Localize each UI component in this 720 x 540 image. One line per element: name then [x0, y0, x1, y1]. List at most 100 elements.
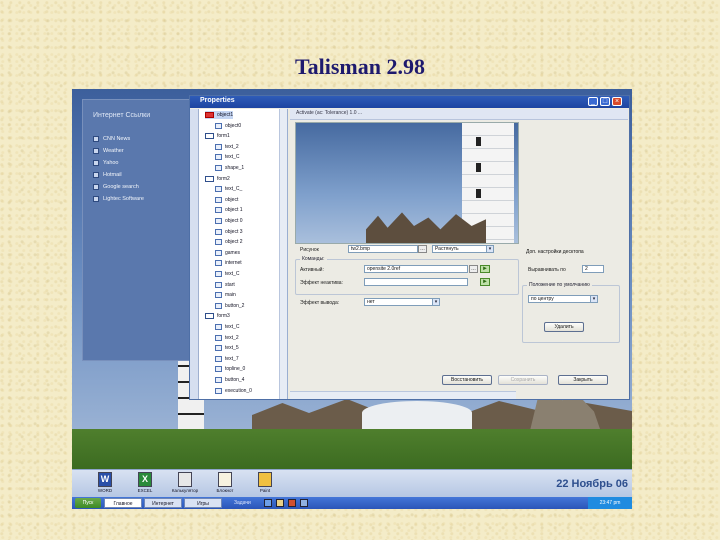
quicklaunch-icon[interactable]: [288, 499, 296, 507]
internet-links-title: Интернет Ссылки: [93, 112, 151, 119]
taskbar: Пуск Главное Интернет Игры Задачи 23:47 pm: [72, 497, 632, 509]
link-item[interactable]: Google search: [93, 184, 139, 190]
dock-item-label: Paint: [259, 488, 271, 493]
tree-node[interactable]: object 2: [215, 238, 243, 246]
tree-node[interactable]: object: [215, 196, 238, 204]
delete-button[interactable]: Удалить: [544, 322, 584, 332]
desktop-settings-title: Доп. настройки десктопа: [526, 249, 584, 255]
object-icon: [215, 143, 222, 150]
maximize-button[interactable]: □: [600, 97, 610, 106]
taskbar-tab[interactable]: Главное: [104, 498, 142, 508]
go-icon[interactable]: ►: [480, 278, 490, 286]
link-label: Hotmail: [103, 172, 122, 178]
tree-node[interactable]: text_5: [215, 344, 239, 352]
tree-node[interactable]: internet: [215, 259, 242, 267]
tree-node[interactable]: object 3: [215, 228, 243, 236]
commands-label: Команды:: [300, 256, 327, 262]
picture-mode-select[interactable]: Растянуть: [432, 245, 490, 253]
link-item[interactable]: Yahoo: [93, 160, 119, 166]
tree-node[interactable]: text_C: [215, 270, 239, 278]
tree-node[interactable]: execution_0: [215, 387, 252, 395]
active-field[interactable]: opensite 2.0ref: [364, 265, 468, 273]
restore-button[interactable]: Восстановить: [442, 375, 492, 385]
pane-scrollbar[interactable]: [290, 391, 516, 399]
tree-node-label: text_5: [225, 345, 239, 352]
tree-node[interactable]: object 1: [215, 206, 243, 214]
link-item[interactable]: Lightec Software: [93, 196, 144, 202]
taskbar-tab[interactable]: Игры: [184, 498, 222, 508]
link-item[interactable]: CNN News: [93, 136, 130, 142]
link-item[interactable]: Weather: [93, 148, 124, 154]
tree-node[interactable]: games: [215, 249, 240, 257]
object-icon: [215, 355, 222, 362]
link-label: Weather: [103, 148, 124, 154]
picture-field[interactable]: tw2.bmp: [348, 245, 418, 253]
tree-node[interactable]: start: [215, 281, 235, 289]
quicklaunch-icon[interactable]: [264, 499, 272, 507]
tree-node-label: object: [225, 196, 239, 203]
tree-scrollbar[interactable]: [279, 109, 287, 399]
quicklaunch-icon[interactable]: [300, 499, 308, 507]
tree-node[interactable]: object0: [215, 122, 241, 130]
object-icon: [215, 207, 222, 214]
tree-node[interactable]: text_C: [215, 323, 239, 331]
tree-node[interactable]: form1: [205, 132, 230, 140]
window-titlebar[interactable]: Properties _ □ ×: [190, 96, 629, 108]
tree-node-label: text_7: [225, 355, 239, 362]
chevron-down-icon[interactable]: ▾: [486, 245, 494, 253]
excel-icon: X: [138, 472, 152, 487]
tree-node[interactable]: text_C: [215, 153, 239, 161]
tree-node[interactable]: text_2: [215, 334, 239, 342]
link-icon: [93, 184, 99, 190]
tree-node[interactable]: form3: [205, 312, 230, 320]
form-icon: [205, 112, 214, 118]
position-select[interactable]: по центру: [528, 295, 592, 303]
browse-active-button[interactable]: …: [469, 265, 478, 273]
form-icon: [205, 175, 214, 182]
quicklaunch-icon[interactable]: [276, 499, 284, 507]
inactive-field[interactable]: [364, 278, 468, 286]
chevron-down-icon[interactable]: ▾: [590, 295, 598, 303]
tree-node[interactable]: form2: [205, 175, 230, 183]
chevron-down-icon[interactable]: ▾: [432, 298, 440, 306]
tree-node[interactable]: text_C_: [215, 185, 242, 193]
link-icon: [93, 196, 99, 202]
object-icon: [215, 387, 222, 394]
snap-field[interactable]: 2: [582, 265, 604, 273]
object-icon: [215, 334, 222, 341]
object-icon: [215, 271, 222, 277]
side-tabs[interactable]: [190, 109, 199, 399]
dock-item[interactable]: W WORD: [90, 472, 120, 493]
effect-select[interactable]: нет: [364, 298, 436, 306]
go-icon[interactable]: ►: [480, 265, 490, 273]
tree-node-label: button_4: [225, 377, 245, 383]
default-position-label: Положение по умолчанию: [527, 282, 592, 288]
object-icon: [215, 122, 222, 129]
tree-node[interactable]: shape_1: [215, 164, 244, 172]
browse-picture-button[interactable]: …: [418, 245, 427, 253]
tree-node[interactable]: object 0: [215, 217, 243, 225]
close-window-button[interactable]: ×: [612, 97, 622, 106]
minimize-button[interactable]: _: [588, 97, 598, 106]
link-item[interactable]: Hotmail: [93, 172, 122, 178]
dock-item[interactable]: Блокнот: [210, 472, 240, 493]
tree-node[interactable]: topline_0: [215, 365, 245, 373]
tree-node[interactable]: object1: [205, 111, 234, 119]
start-button[interactable]: Пуск: [75, 498, 101, 508]
tree-node[interactable]: text_2: [215, 143, 239, 151]
tree-node-label: object 3: [225, 228, 243, 235]
tree-node[interactable]: button_2: [215, 302, 244, 310]
internet-links-panel: Интернет Ссылки CNN News Weather Yahoo Hotm…: [82, 99, 190, 361]
tree-node-label: object 1: [225, 207, 243, 214]
tree-node-label: execution_0: [225, 387, 252, 394]
close-button[interactable]: Закрыть: [558, 375, 608, 385]
tree-node[interactable]: button_4: [215, 376, 244, 384]
picture-preview: [295, 122, 519, 244]
dock-item[interactable]: Калькулятор: [170, 472, 200, 493]
tree-node[interactable]: main: [215, 291, 236, 299]
tree-node-label: start: [225, 281, 235, 288]
dock-item[interactable]: Paint: [250, 472, 280, 493]
taskbar-tab[interactable]: Интернет: [144, 498, 182, 508]
tree-node[interactable]: text_7: [215, 355, 239, 363]
dock-item[interactable]: X EXCEL: [130, 472, 160, 493]
